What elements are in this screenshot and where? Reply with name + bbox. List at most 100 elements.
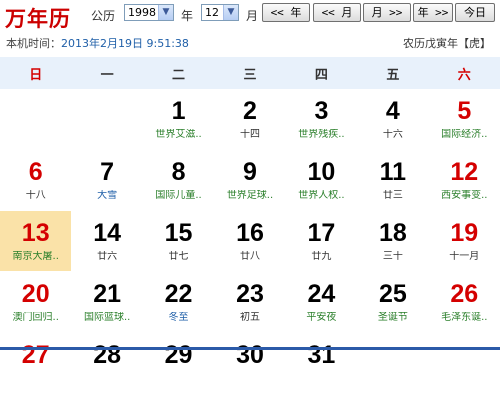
- day-subtitle: 世界人权..: [298, 190, 345, 201]
- day-subtitle: 国际篮球..: [83, 312, 131, 323]
- weekday-label: 二: [172, 68, 186, 83]
- day-number: 31: [307, 341, 336, 369]
- day-number: 5: [457, 97, 472, 125]
- day-cell[interactable]: 9 世界足球..: [214, 150, 285, 210]
- local-time-label: 本机时间：: [6, 37, 61, 50]
- day-subtitle: 三十: [382, 251, 403, 262]
- weekday-header: 日一二三四五六: [0, 57, 500, 89]
- day-cell[interactable]: 19 十一月: [429, 211, 500, 271]
- day-subtitle: 国际儿童..: [155, 190, 202, 201]
- day-number: 7: [100, 158, 115, 186]
- day-cell[interactable]: 12 西安事变..: [429, 150, 500, 210]
- month-unit-label: 月: [246, 9, 259, 23]
- day-number: 9: [243, 158, 257, 186]
- day-subtitle: 十四: [239, 129, 260, 140]
- day-subtitle: 十六: [382, 129, 403, 140]
- prev-year-button[interactable]: << 年: [262, 3, 310, 22]
- chevron-down-icon[interactable]: ▼: [158, 5, 173, 20]
- day-cell[interactable]: 17 廿九: [286, 211, 357, 271]
- day-cell[interactable]: 29: [143, 333, 214, 393]
- day-number: 19: [450, 219, 479, 247]
- day-cell: [71, 89, 142, 149]
- day-subtitle: 廿六: [97, 251, 118, 262]
- day-subtitle: 西安事变..: [441, 190, 488, 201]
- day-cell[interactable]: 7 大雪: [71, 150, 142, 210]
- day-number: 20: [21, 280, 50, 308]
- day-cell[interactable]: 30: [214, 333, 285, 393]
- day-number: 1: [171, 97, 186, 125]
- day-cell[interactable]: 4 十六: [357, 89, 428, 149]
- day-cell[interactable]: 21 国际篮球..: [71, 272, 142, 332]
- day-subtitle: 国际经济..: [441, 129, 488, 140]
- day-subtitle: 廿七: [168, 251, 189, 262]
- local-time: 本机时间：2013年2月19日 9:51:38: [6, 35, 189, 51]
- day-number: 12: [450, 158, 479, 186]
- day-subtitle: 廿三: [382, 190, 403, 201]
- day-subtitle: 大雪: [97, 190, 118, 201]
- day-subtitle: 世界艾滋..: [155, 129, 202, 140]
- day-number: 16: [236, 219, 264, 247]
- day-cell[interactable]: 28: [71, 333, 142, 393]
- day-cell[interactable]: 18 三十: [357, 211, 428, 271]
- info-bar: 本机时间：2013年2月19日 9:51:38 农历戊寅年【虎】: [0, 35, 500, 51]
- year-select-value: 1998: [128, 6, 156, 19]
- year-unit-label: 年: [181, 9, 194, 23]
- day-number: 15: [164, 219, 193, 247]
- lunar-year: 农历戊寅年【虎】: [403, 37, 491, 50]
- day-cell[interactable]: 26 毛泽东诞..: [429, 272, 500, 332]
- day-cell[interactable]: 25 圣诞节: [357, 272, 428, 332]
- day-subtitle: 澳门回归..: [12, 312, 59, 323]
- today-button[interactable]: 今日: [455, 3, 495, 22]
- prev-month-button[interactable]: << 月: [313, 3, 361, 22]
- weekday-label: 六: [457, 68, 471, 83]
- weekday-label: 一: [100, 68, 114, 83]
- day-cell[interactable]: 1 世界艾滋..: [143, 89, 214, 149]
- day-number: 10: [307, 158, 336, 186]
- day-cell[interactable]: 16 廿八: [214, 211, 285, 271]
- day-number: 14: [93, 219, 122, 247]
- chevron-down-icon[interactable]: ▼: [223, 5, 238, 20]
- day-number: 4: [385, 97, 400, 125]
- day-subtitle: 廿九: [311, 251, 332, 262]
- day-cell[interactable]: 3 世界残疾..: [286, 89, 357, 149]
- day-number: 18: [378, 219, 407, 247]
- day-cell[interactable]: 14 廿六: [71, 211, 142, 271]
- day-cell[interactable]: 22 冬至: [143, 272, 214, 332]
- day-cell[interactable]: 31: [286, 333, 357, 393]
- next-year-button[interactable]: 年 >>: [413, 3, 453, 22]
- day-cell[interactable]: 10 世界人权..: [286, 150, 357, 210]
- weekday-label: 日: [29, 68, 43, 83]
- day-number: 2: [243, 97, 257, 125]
- day-cell[interactable]: 20 澳门回归..: [0, 272, 71, 332]
- month-select[interactable]: 12 ▼: [201, 4, 239, 21]
- day-subtitle: 圣诞节: [377, 312, 408, 323]
- day-cell[interactable]: 5 国际经济..: [429, 89, 500, 149]
- day-cell[interactable]: 27: [0, 333, 71, 393]
- day-number: 11: [379, 158, 407, 186]
- day-cell[interactable]: 23 初五: [214, 272, 285, 332]
- year-select[interactable]: 1998 ▼: [124, 4, 174, 21]
- day-cell[interactable]: 24 平安夜: [286, 272, 357, 332]
- day-subtitle: 平安夜: [306, 312, 337, 323]
- weekday-label: 三: [243, 68, 257, 83]
- day-cell[interactable]: 6 十八: [0, 150, 71, 210]
- day-number: 24: [307, 280, 336, 308]
- day-cell[interactable]: 2 十四: [214, 89, 285, 149]
- day-number: 25: [378, 280, 407, 308]
- day-cell-today[interactable]: 13 南京大屠..: [0, 211, 72, 271]
- day-cell[interactable]: 11 廿三: [357, 150, 428, 210]
- day-subtitle: 十一月: [449, 251, 480, 262]
- day-number: 13: [21, 219, 50, 247]
- day-cell[interactable]: 15 廿七: [143, 211, 214, 271]
- month-select-value: 12: [205, 6, 219, 19]
- day-number: 6: [28, 158, 43, 186]
- day-number: 28: [93, 341, 122, 369]
- calendar-type-label: 公历: [91, 9, 116, 23]
- day-number: 21: [93, 280, 122, 308]
- next-month-button[interactable]: 月 >>: [363, 3, 411, 22]
- day-cell: [0, 89, 71, 149]
- day-cell[interactable]: 8 国际儿童..: [143, 150, 214, 210]
- day-subtitle: 廿八: [239, 251, 260, 262]
- day-number: 22: [164, 280, 193, 308]
- local-time-value: 2013年2月19日 9:51:38: [61, 37, 189, 50]
